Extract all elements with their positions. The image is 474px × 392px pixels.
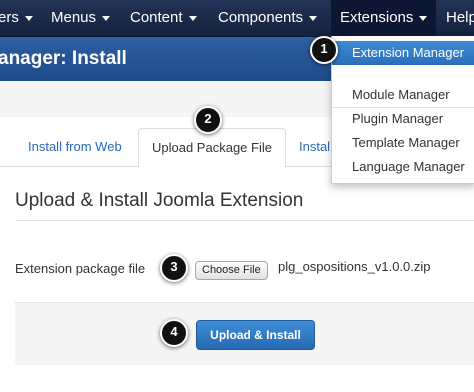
nav-item-components[interactable]: Components (218, 0, 318, 36)
nav-item-content[interactable]: Content (130, 0, 197, 36)
menu-item-extension-manager[interactable]: Extension Manager (332, 41, 474, 65)
tab-upload-package-file[interactable]: Upload Package File (138, 128, 286, 168)
section-title: Upload & Install Joomla Extension (15, 190, 304, 211)
menu-item-language-manager[interactable]: Language Manager (332, 155, 474, 179)
caret-down-icon (188, 15, 197, 21)
menu-item-label: Language Manager (352, 159, 465, 174)
menu-item-label: Plugin Manager (352, 111, 444, 126)
tab-label: Upload Package File (152, 140, 272, 155)
menu-item-module-manager[interactable]: Module Manager (332, 83, 474, 107)
tab-label: Install from Web (28, 139, 122, 154)
extensions-dropdown-menu: Extension Manager Module Manager Plugin … (331, 36, 474, 184)
nav-item-label: ers (0, 9, 19, 26)
tab-label: Instal (299, 139, 331, 154)
nav-item-label: Components (218, 9, 304, 26)
step-badge-4: 4 (160, 319, 188, 347)
nav-item-label: Extensions (340, 9, 414, 26)
nav-item-label: Content (130, 9, 183, 26)
menu-item-label: Extension Manager (352, 45, 465, 60)
step-badge-1: 1 (310, 36, 338, 64)
caret-down-icon (102, 15, 111, 21)
caret-down-icon (309, 15, 318, 21)
top-nav: ers Menus Content Components Extensions … (0, 0, 474, 37)
field-label: Extension package file (15, 261, 146, 276)
step-badge-3: 3 (160, 254, 188, 282)
page-title: anager: Install (0, 48, 127, 69)
nav-item-label: Help (446, 9, 474, 26)
choose-file-button[interactable]: Choose File (195, 261, 268, 280)
menu-item-plugin-manager[interactable]: Plugin Manager (332, 107, 474, 131)
section-divider (15, 220, 474, 221)
step-badge-2: 2 (194, 106, 222, 134)
tab-install-from-folder[interactable]: Instal (299, 128, 330, 166)
menu-item-label: Template Manager (352, 135, 460, 150)
nav-item-users[interactable]: ers (0, 0, 33, 36)
caret-down-icon (24, 15, 33, 21)
tab-install-from-web[interactable]: Install from Web (28, 128, 122, 166)
nav-item-menus[interactable]: Menus (51, 0, 111, 36)
nav-item-extensions[interactable]: Extensions (331, 0, 437, 36)
caret-down-icon (419, 15, 428, 21)
menu-item-label: Module Manager (352, 87, 450, 102)
selected-file-name: plg_ospositions_v1.0.0.zip (278, 259, 431, 274)
menu-item-template-manager[interactable]: Template Manager (332, 131, 474, 155)
upload-install-button[interactable]: Upload & Install (196, 320, 315, 350)
nav-item-help[interactable]: Help (446, 0, 474, 36)
nav-item-label: Menus (51, 9, 97, 26)
